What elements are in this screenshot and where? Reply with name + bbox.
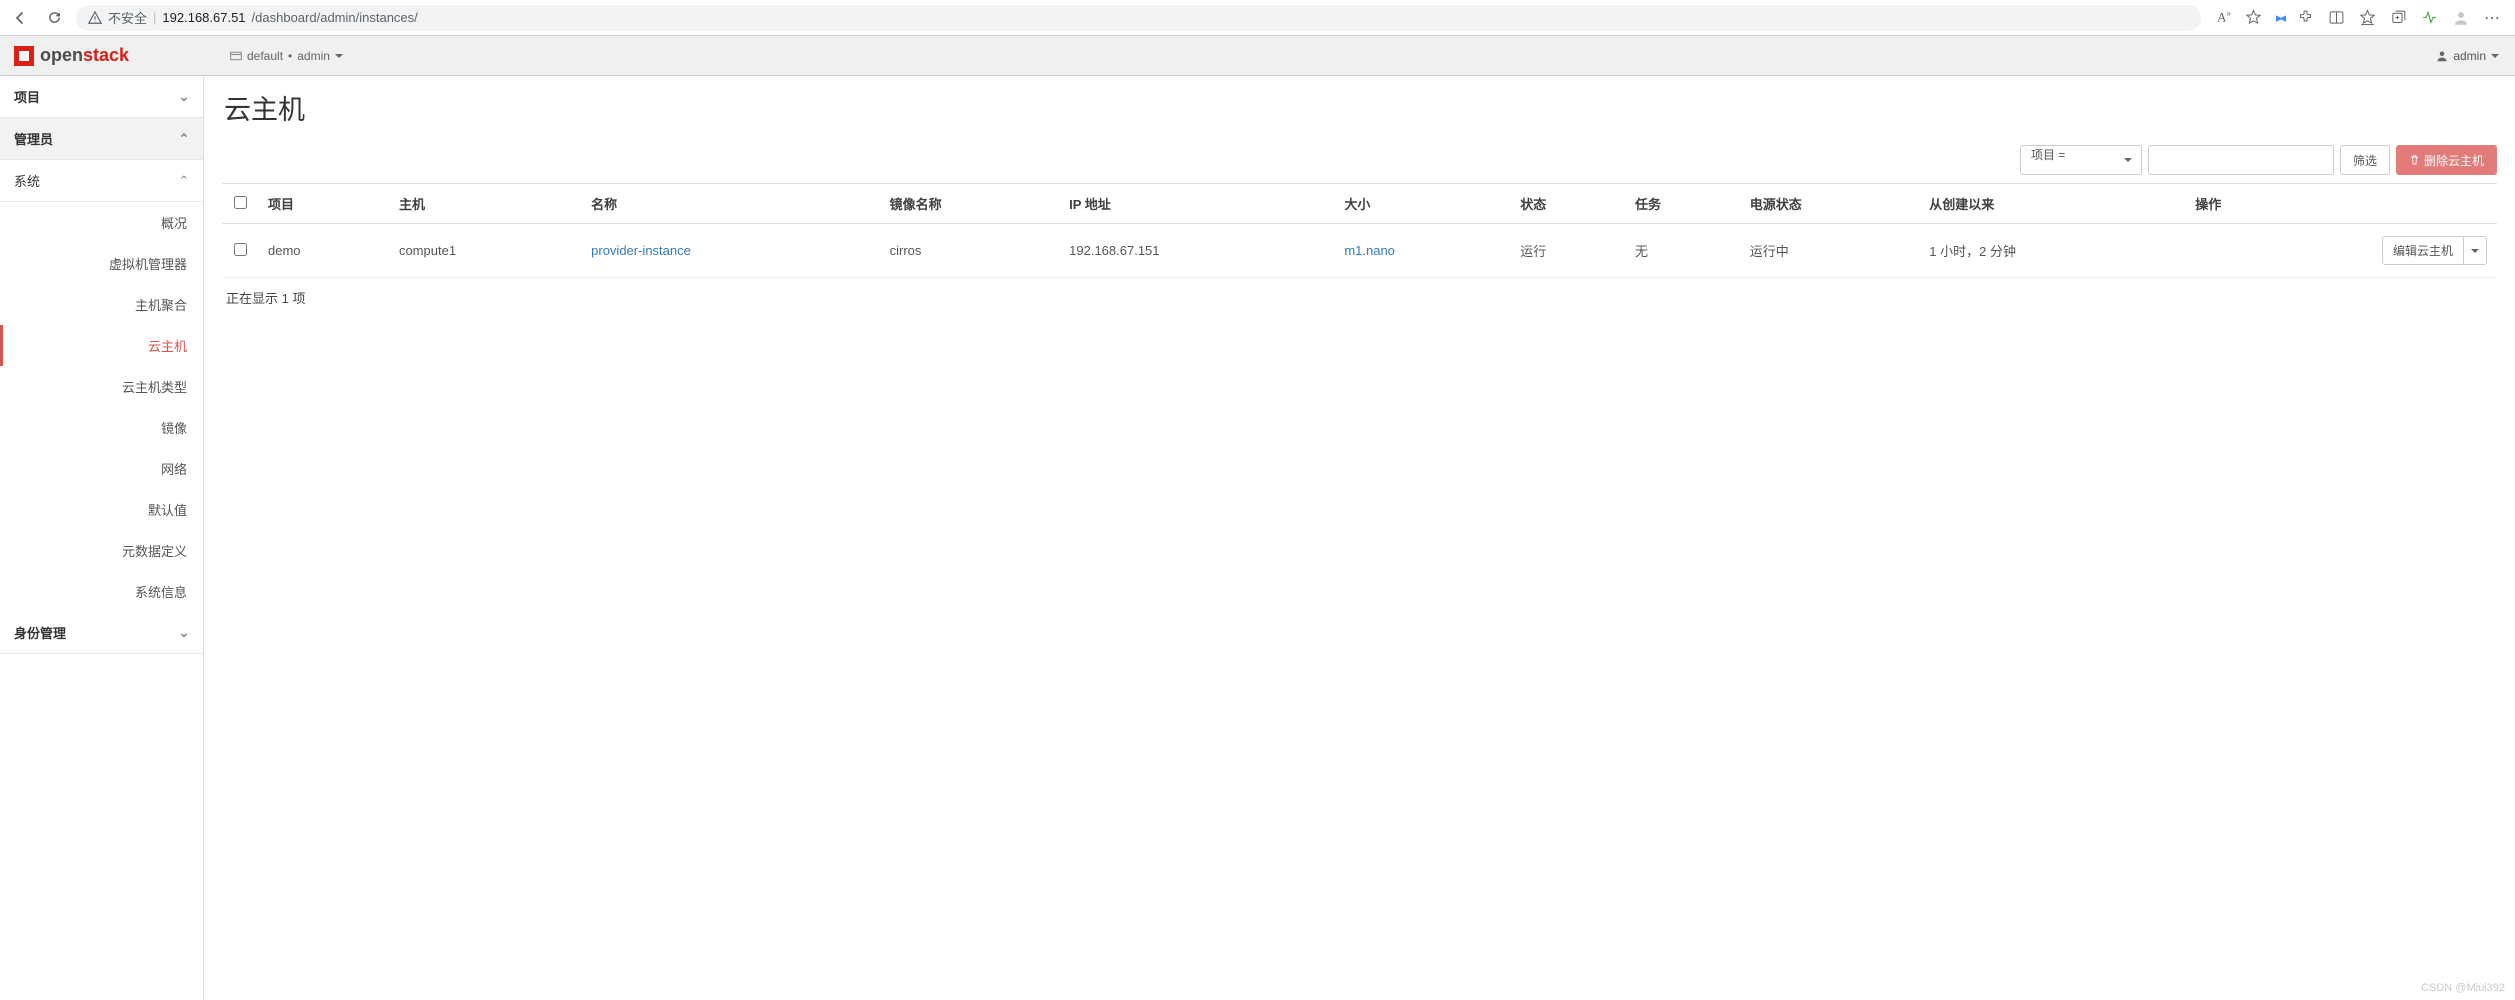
sidebar-icon[interactable] xyxy=(2328,9,2345,26)
filter-button[interactable]: 筛选 xyxy=(2340,145,2390,175)
page-title: 云主机 xyxy=(224,88,2497,127)
sidebar-system-items: 概况 虚拟机管理器 主机聚合 云主机 云主机类型 镜像 网络 默认值 元数据定义… xyxy=(0,202,203,612)
filter-field-select[interactable]: 项目 = xyxy=(2020,145,2142,175)
cell-size-link[interactable]: m1.nano xyxy=(1344,243,1395,258)
context-domain: default xyxy=(247,49,283,63)
row-action-button[interactable]: 编辑云主机 xyxy=(2382,236,2487,265)
watermark: CSDN @Miui392 xyxy=(2421,982,2505,994)
url-host: 192.168.67.51 xyxy=(162,10,245,25)
menu-icon[interactable]: ⋯ xyxy=(2484,8,2501,28)
col-image[interactable]: 镜像名称 xyxy=(880,184,1060,224)
col-since[interactable]: 从创建以来 xyxy=(1919,184,2185,224)
table-row: demo compute1 provider-instance cirros 1… xyxy=(222,224,2497,278)
toolbar: 项目 = 筛选 删除云主机 xyxy=(222,145,2497,175)
brand-logo xyxy=(14,46,34,66)
col-actions: 操作 xyxy=(2185,184,2497,224)
security-label: 不安全 xyxy=(108,8,147,27)
cell-image: cirros xyxy=(880,224,1060,278)
row-action-label: 编辑云主机 xyxy=(2383,237,2463,264)
sidebar-group-project[interactable]: 项目 ⌄ xyxy=(0,76,203,118)
extensions-icon[interactable] xyxy=(2297,9,2314,26)
back-button[interactable] xyxy=(8,6,32,30)
sidebar-group-label: 项目 xyxy=(14,87,40,106)
sidebar-item-instances[interactable]: 云主机 xyxy=(0,325,203,366)
cell-task: 无 xyxy=(1625,224,1740,278)
col-name[interactable]: 名称 xyxy=(581,184,879,224)
cell-host: compute1 xyxy=(389,224,581,278)
cell-ip: 192.168.67.151 xyxy=(1059,224,1334,278)
chevron-down-icon: ⌄ xyxy=(179,628,189,638)
sidebar-item-overview[interactable]: 概况 xyxy=(0,202,203,243)
instances-table: 项目 主机 名称 镜像名称 IP 地址 大小 状态 任务 电源状态 从创建以来 … xyxy=(222,183,2497,278)
sidebar-item-sysinfo[interactable]: 系统信息 xyxy=(0,571,203,612)
context-switcher[interactable]: default • admin xyxy=(218,36,355,75)
profile-icon[interactable] xyxy=(2452,9,2470,27)
domain-icon xyxy=(230,50,242,62)
sidebar-group-system[interactable]: 系统 ⌃ xyxy=(0,160,203,202)
split-icon[interactable]: ▸◂ xyxy=(2276,10,2283,26)
sidebar-item-hypervisors[interactable]: 虚拟机管理器 xyxy=(0,243,203,284)
cell-name-link[interactable]: provider-instance xyxy=(591,243,691,258)
row-checkbox[interactable] xyxy=(234,243,247,256)
warning-icon xyxy=(88,11,102,25)
top-bar: openstack default • admin admin xyxy=(0,36,2515,76)
sidebar-item-metadata[interactable]: 元数据定义 xyxy=(0,530,203,571)
cell-since: 1 小时，2 分钟 xyxy=(1919,224,2185,278)
sidebar: 项目 ⌄ 管理员 ⌃ 系统 ⌃ 概况 虚拟机管理器 主机聚合 云主机 云主机类型… xyxy=(0,76,204,1000)
row-action-dropdown[interactable] xyxy=(2463,237,2486,264)
address-bar[interactable]: 不安全 | 192.168.67.51/dashboard/admin/inst… xyxy=(76,5,2201,31)
sidebar-group-label: 管理员 xyxy=(14,129,53,148)
sidebar-item-aggregates[interactable]: 主机聚合 xyxy=(0,284,203,325)
chevron-up-icon: ⌃ xyxy=(179,134,189,144)
delete-label: 删除云主机 xyxy=(2424,152,2484,169)
chevron-down-icon: ⌄ xyxy=(179,92,189,102)
sidebar-group-identity[interactable]: 身份管理 ⌄ xyxy=(0,612,203,654)
brand-text: openstack xyxy=(40,45,129,66)
font-size-badge[interactable]: A» xyxy=(2217,9,2231,25)
browser-actions: A» ▸◂ ⋯ xyxy=(2211,8,2507,28)
main-content: 云主机 项目 = 筛选 删除云主机 项目 主机 名称 镜像名称 xyxy=(204,76,2515,1000)
user-menu[interactable]: admin xyxy=(2420,49,2515,63)
col-status[interactable]: 状态 xyxy=(1510,184,1625,224)
table-footer: 正在显示 1 项 xyxy=(222,278,2497,317)
chevron-down-icon xyxy=(2124,158,2132,162)
col-size[interactable]: 大小 xyxy=(1334,184,1510,224)
delete-instances-button[interactable]: 删除云主机 xyxy=(2396,145,2497,175)
sidebar-item-images[interactable]: 镜像 xyxy=(0,407,203,448)
sidebar-group-admin[interactable]: 管理员 ⌃ xyxy=(0,118,203,160)
brand[interactable]: openstack xyxy=(0,45,218,66)
cell-project: demo xyxy=(258,224,389,278)
table-header-row: 项目 主机 名称 镜像名称 IP 地址 大小 状态 任务 电源状态 从创建以来 … xyxy=(222,184,2497,224)
user-label: admin xyxy=(2453,49,2486,63)
cell-power: 运行中 xyxy=(1740,224,1920,278)
select-all-checkbox[interactable] xyxy=(234,196,247,209)
performance-icon[interactable] xyxy=(2421,9,2438,26)
user-icon xyxy=(2436,50,2448,62)
col-ip[interactable]: IP 地址 xyxy=(1059,184,1334,224)
sidebar-item-networks[interactable]: 网络 xyxy=(0,448,203,489)
browser-chrome: 不安全 | 192.168.67.51/dashboard/admin/inst… xyxy=(0,0,2515,36)
col-project[interactable]: 项目 xyxy=(258,184,389,224)
chevron-down-icon xyxy=(335,54,343,58)
favorite-icon[interactable] xyxy=(2245,9,2262,26)
url-path: /dashboard/admin/instances/ xyxy=(252,10,418,25)
sidebar-group-label: 系统 xyxy=(14,171,40,190)
chevron-up-icon: ⌃ xyxy=(179,176,189,186)
filter-field-label: 项目 = xyxy=(2031,148,2065,162)
filter-input[interactable] xyxy=(2148,145,2334,175)
context-project: admin xyxy=(297,49,330,63)
cell-status: 运行 xyxy=(1510,224,1625,278)
reload-button[interactable] xyxy=(42,6,66,30)
favorites-bar-icon[interactable] xyxy=(2359,9,2376,26)
chevron-down-icon xyxy=(2491,54,2499,58)
col-host[interactable]: 主机 xyxy=(389,184,581,224)
col-power[interactable]: 电源状态 xyxy=(1740,184,1920,224)
sidebar-item-flavors[interactable]: 云主机类型 xyxy=(0,366,203,407)
sidebar-group-label: 身份管理 xyxy=(14,623,66,642)
collections-icon[interactable] xyxy=(2390,9,2407,26)
sidebar-item-defaults[interactable]: 默认值 xyxy=(0,489,203,530)
trash-icon xyxy=(2409,154,2420,166)
col-task[interactable]: 任务 xyxy=(1625,184,1740,224)
chevron-down-icon xyxy=(2471,249,2479,253)
